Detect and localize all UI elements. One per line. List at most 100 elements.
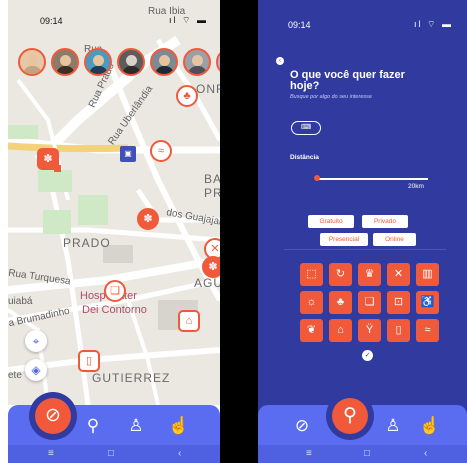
back-button[interactable]: ‹ bbox=[276, 57, 284, 65]
story-avatar[interactable] bbox=[183, 48, 211, 76]
distance-value: 20km bbox=[408, 183, 424, 190]
nav-profile-button[interactable]: ♙ bbox=[382, 415, 404, 437]
map-screen: 09:14 ıl ⌔ ▬ Rua Ibia Rua Rua Prado Rua … bbox=[8, 0, 220, 463]
area-label: ONFI bbox=[196, 82, 220, 96]
category-refresh[interactable]: ↻ bbox=[329, 263, 352, 286]
accessibility-icon: ♿ bbox=[420, 296, 435, 308]
filter-screen: 09:14 ıl ⌔ ▬ ‹ O que você quer fazer hoj… bbox=[258, 0, 467, 463]
category-sun[interactable]: ☼ bbox=[300, 291, 323, 314]
status-bar: 09:14 ıl ⌔ ▬ bbox=[258, 14, 467, 30]
category-tree[interactable]: ♣ bbox=[329, 291, 352, 314]
category-piano[interactable]: ▥ bbox=[416, 263, 439, 286]
bar-icon: Ÿ bbox=[365, 324, 374, 336]
category-leaf[interactable]: ❦ bbox=[300, 319, 323, 342]
swim-pin[interactable]: ≈ bbox=[150, 140, 172, 162]
pet-pin[interactable]: ✽ bbox=[202, 256, 220, 278]
swim-icon: ≈ bbox=[424, 324, 431, 336]
story-avatar[interactable] bbox=[117, 48, 145, 76]
museum-icon: ⌂ bbox=[337, 324, 344, 336]
category-frame[interactable]: ⬚ bbox=[300, 263, 323, 286]
story-avatar[interactable] bbox=[150, 48, 178, 76]
nav-explore-button[interactable]: ⊘ bbox=[291, 415, 313, 437]
dining-icon: ✕ bbox=[210, 243, 220, 255]
chevron-left-icon: ‹ bbox=[279, 58, 281, 64]
gallery-pin[interactable]: ❏ bbox=[104, 280, 126, 302]
map-view[interactable]: 09:14 ıl ⌔ ▬ Rua Ibia Rua Rua Prado Rua … bbox=[8, 0, 220, 405]
nav-search-button[interactable]: ⚲ bbox=[82, 415, 104, 437]
search-icon: ⚲ bbox=[86, 416, 100, 435]
museum-pin[interactable]: ⌂ bbox=[178, 310, 200, 332]
chip-online[interactable]: Online bbox=[373, 233, 416, 246]
category-dining[interactable]: ✕ bbox=[387, 263, 410, 286]
tree-icon: ♣ bbox=[183, 90, 191, 102]
category-accessibility[interactable]: ♿ bbox=[416, 291, 439, 314]
theater-pin[interactable]: ▯ bbox=[78, 350, 100, 372]
category-shop[interactable]: ⊡ bbox=[387, 291, 410, 314]
chip-privado[interactable]: Privado bbox=[362, 215, 408, 228]
bottom-nav: ⊘ ⚲ ♙ ☝ bbox=[258, 398, 467, 445]
nav-explore-button[interactable]: ⊘ bbox=[35, 398, 71, 434]
category-gallery[interactable]: ❏ bbox=[358, 291, 381, 314]
story-avatar[interactable] bbox=[84, 48, 112, 76]
distance-slider[interactable] bbox=[315, 178, 428, 180]
theater-icon: ▯ bbox=[85, 355, 93, 367]
touch-icon: ☝ bbox=[168, 416, 190, 435]
locate-button[interactable]: ◈ bbox=[25, 359, 47, 381]
metro-icon: ▣ bbox=[124, 149, 132, 158]
leaf-icon: ❦ bbox=[306, 324, 317, 336]
pet-pin[interactable]: ✽ bbox=[37, 148, 61, 172]
screens-composite: 09:14 ıl ⌔ ▬ Rua Ibia Rua Rua Prado Rua … bbox=[0, 0, 467, 463]
search-input[interactable]: ⌨ bbox=[291, 121, 321, 135]
area-label: BA bbox=[204, 172, 220, 186]
tree-pin[interactable]: ♣ bbox=[176, 85, 198, 107]
back-icon[interactable]: ‹ bbox=[424, 448, 427, 459]
chip-gratuito[interactable]: Gratuito bbox=[308, 215, 354, 228]
nav-touch-button[interactable]: ☝ bbox=[419, 415, 441, 437]
shop-icon: ⊡ bbox=[393, 296, 404, 308]
system-nav: ≡ □ ‹ bbox=[8, 445, 220, 463]
status-time: 09:14 bbox=[40, 16, 63, 26]
target-icon: ⌖ bbox=[32, 334, 40, 348]
piano-icon: ▥ bbox=[422, 268, 433, 280]
gallery-icon: ❏ bbox=[110, 285, 120, 297]
keyboard-icon: ⌨ bbox=[300, 124, 312, 131]
category-bar[interactable]: Ÿ bbox=[358, 319, 381, 342]
slider-thumb[interactable] bbox=[314, 175, 321, 181]
category-museum[interactable]: ⌂ bbox=[329, 319, 352, 342]
story-avatar[interactable] bbox=[18, 48, 46, 76]
category-swim[interactable]: ≈ bbox=[416, 319, 439, 342]
distance-label: Distância bbox=[290, 154, 319, 161]
menu-icon[interactable]: ≡ bbox=[48, 448, 54, 459]
search-icon: ⚲ bbox=[343, 405, 357, 426]
nav-touch-button[interactable]: ☝ bbox=[168, 415, 190, 437]
location-icon: ◈ bbox=[31, 363, 41, 377]
chip-presencial[interactable]: Presencial bbox=[320, 233, 368, 246]
pet-pin[interactable]: ✽ bbox=[137, 208, 159, 230]
home-icon[interactable]: □ bbox=[108, 448, 114, 459]
menu-icon[interactable]: ≡ bbox=[306, 448, 312, 459]
back-icon[interactable]: ‹ bbox=[178, 448, 181, 459]
recenter-button[interactable]: ⌖ bbox=[25, 330, 47, 352]
stories-row bbox=[18, 48, 220, 78]
story-avatar[interactable] bbox=[51, 48, 79, 76]
hospital-label-2: Dei Contorno bbox=[82, 304, 147, 316]
page-subtitle: Busque por algo do seu interesse bbox=[290, 94, 372, 100]
paw-icon: ✽ bbox=[143, 213, 153, 225]
tree-icon: ♣ bbox=[336, 296, 345, 308]
metro-pin[interactable]: ▣ bbox=[120, 146, 136, 162]
compass-icon: ⊘ bbox=[45, 405, 61, 426]
nav-profile-button[interactable]: ♙ bbox=[125, 415, 147, 437]
status-time: 09:14 bbox=[288, 20, 311, 30]
confirm-button[interactable]: ✓ bbox=[362, 350, 373, 361]
crown-icon: ♛ bbox=[364, 268, 375, 280]
area-label: PR bbox=[204, 186, 220, 200]
home-icon[interactable]: □ bbox=[364, 448, 370, 459]
category-door[interactable]: ▯ bbox=[387, 319, 410, 342]
category-crown[interactable]: ♛ bbox=[358, 263, 381, 286]
touch-icon: ☝ bbox=[419, 416, 441, 435]
paw-icon: ✽ bbox=[43, 153, 53, 165]
screen-divider bbox=[220, 0, 258, 463]
profile-icon: ♙ bbox=[128, 416, 144, 435]
nav-search-button[interactable]: ⚲ bbox=[332, 398, 368, 434]
profile-icon: ♙ bbox=[385, 416, 401, 435]
